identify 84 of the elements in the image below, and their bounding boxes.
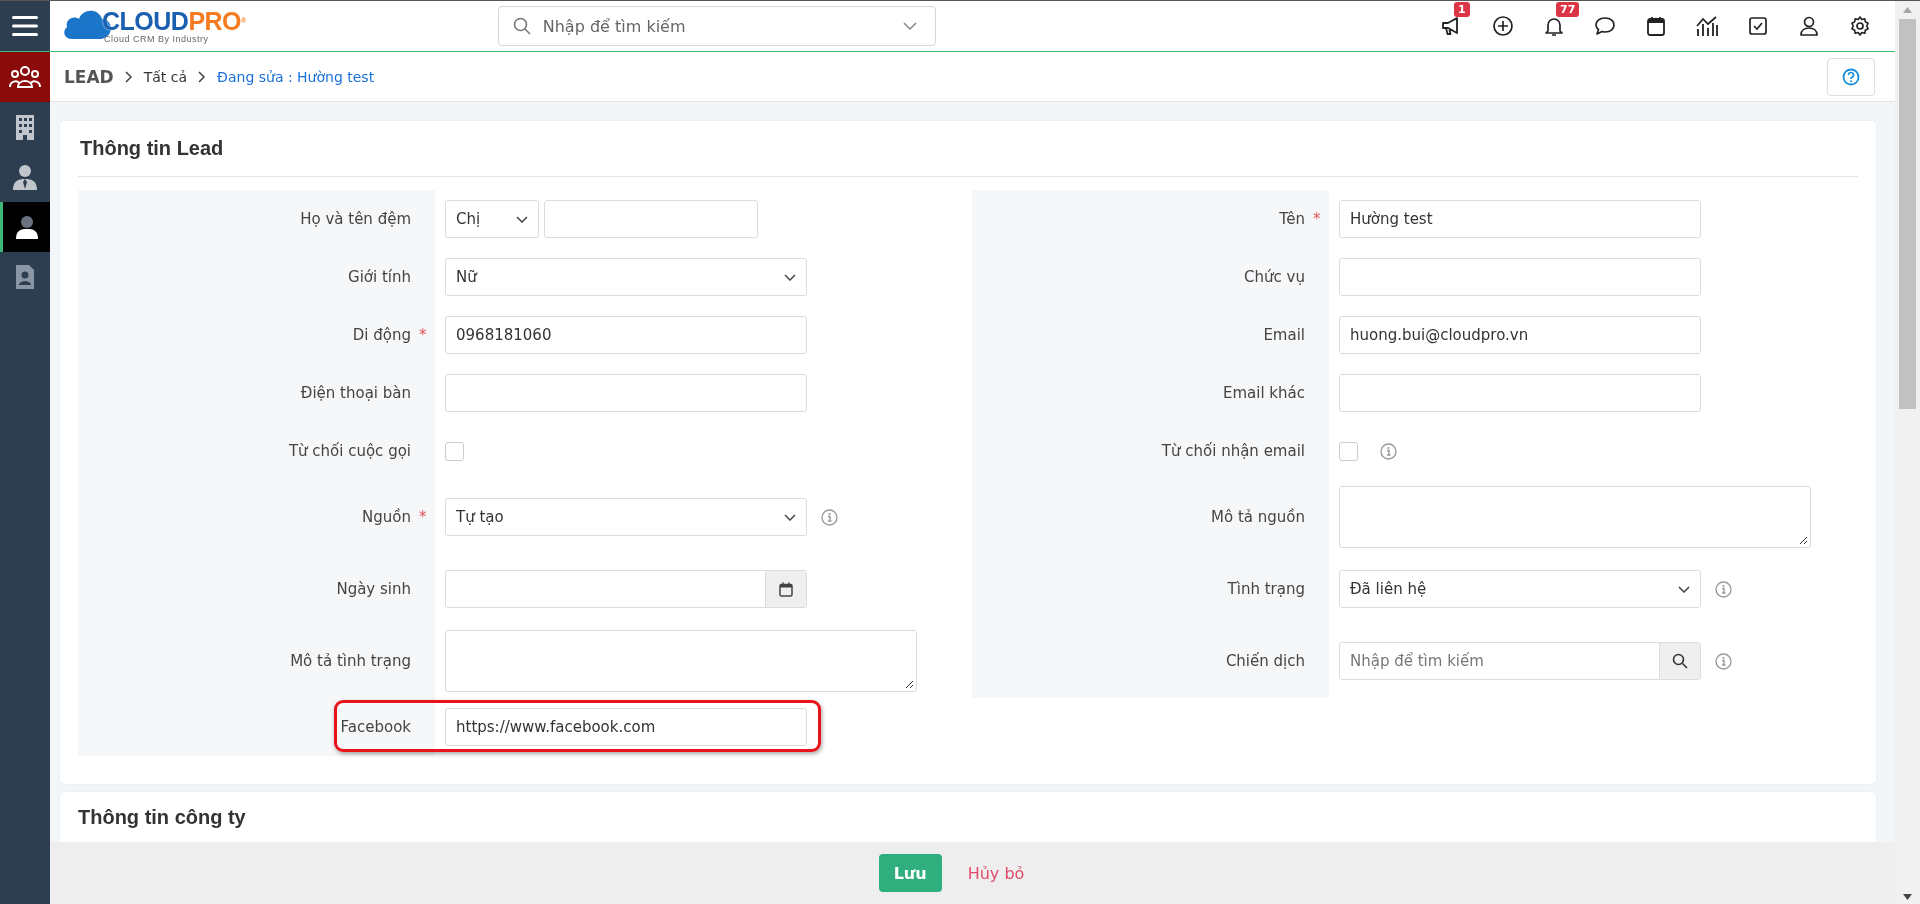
section-title: Thông tin Lead — [78, 121, 1858, 177]
field-label: Điện thoại bàn — [300, 384, 411, 402]
input-field[interactable]: 0968181060 — [445, 316, 807, 354]
scroll-up-icon[interactable] — [1903, 7, 1912, 13]
field-label: Giới tính — [348, 268, 411, 286]
salutation-select[interactable]: Chị — [445, 200, 539, 238]
bell-icon — [1542, 15, 1565, 37]
person-tie-icon — [12, 164, 38, 190]
building-icon — [15, 114, 35, 140]
field-label: Ngày sinh — [336, 580, 411, 598]
search-icon — [512, 17, 531, 35]
menu-icon — [12, 15, 38, 37]
info-icon[interactable] — [1715, 652, 1732, 670]
select-field[interactable]: Nữ — [445, 258, 807, 296]
count-badge: 77 — [1556, 2, 1580, 17]
checkbox[interactable] — [445, 441, 464, 461]
input-field[interactable]: https://www.facebook.com — [445, 708, 807, 746]
field-label: Facebook — [340, 718, 411, 736]
breadcrumb-link[interactable]: LEAD — [64, 66, 114, 87]
plus-circle-icon — [1491, 15, 1514, 37]
select-field[interactable]: Tự tạo — [445, 498, 807, 536]
calendar-icon — [1644, 15, 1667, 37]
required-mark: * — [1313, 210, 1321, 228]
field-label: Họ và tên đệm — [300, 210, 411, 228]
field-label: Di động — [352, 326, 411, 344]
field-label: Email — [1263, 326, 1305, 344]
input-field[interactable]: Hường test — [1339, 200, 1701, 238]
chevron-down-icon — [1678, 585, 1690, 593]
field-label: Chiến dịch — [1225, 652, 1305, 670]
info-icon[interactable] — [1715, 580, 1732, 598]
required-mark: * — [419, 508, 427, 526]
input-field[interactable] — [544, 200, 758, 238]
input-field[interactable] — [1339, 258, 1701, 296]
field-label: Từ chối nhận email — [1161, 442, 1305, 460]
person-nav-item[interactable] — [0, 202, 50, 252]
field-label: Mô tả tình trạng — [290, 652, 411, 670]
input-field[interactable] — [445, 374, 807, 412]
field-label: Chức vụ — [1244, 268, 1305, 286]
input-field[interactable] — [1339, 374, 1701, 412]
info-icon[interactable] — [1380, 442, 1397, 460]
contact-card-icon — [15, 264, 35, 290]
resize-grip-icon[interactable] — [1798, 535, 1808, 545]
field-label: Từ chối cuộc gọi — [288, 442, 411, 460]
checkbox-icon — [1746, 15, 1769, 37]
chat-icon — [1593, 15, 1616, 37]
scroll-down-icon[interactable] — [1903, 894, 1912, 900]
resize-grip-icon[interactable] — [904, 679, 914, 689]
field-label: Mô tả nguồn — [1211, 508, 1305, 526]
people-icon — [9, 63, 41, 91]
chevron-down-icon — [516, 215, 528, 223]
section-title: Thông tin công ty — [78, 805, 247, 828]
search-icon — [1672, 653, 1688, 669]
calendar-icon — [779, 581, 793, 597]
select-field[interactable]: Đã liên hệ — [1339, 570, 1701, 608]
scrollbar[interactable] — [1895, 1, 1920, 904]
breadcrumb-link[interactable]: Tất cả — [143, 68, 188, 85]
field-label: Nguồn — [362, 508, 411, 526]
field-label: Tình trạng — [1227, 580, 1305, 598]
breadcrumb-current: Đang sửa : Hường test — [217, 68, 375, 85]
info-icon[interactable] — [821, 508, 838, 526]
input-field[interactable]: huong.bui@cloudpro.vn — [1339, 316, 1701, 354]
field-label: Tên — [1279, 210, 1305, 228]
logo[interactable]: CLOUDPRO$^{®}$ Cloud CRM By Industry — [62, 8, 246, 44]
field-label: Email khác — [1222, 384, 1305, 402]
settings-icon — [1848, 15, 1871, 37]
person-icon — [14, 215, 39, 239]
required-mark: * — [419, 326, 427, 344]
checkbox[interactable] — [1339, 441, 1358, 461]
lookup-field[interactable]: Nhập để tìm kiếm — [1339, 642, 1701, 680]
chevron-down-icon — [902, 22, 917, 30]
chevron-right-icon — [198, 70, 207, 83]
chevron-down-icon — [784, 513, 796, 521]
count-badge: 1 — [1454, 2, 1470, 17]
chart-icon — [1694, 15, 1719, 37]
people-nav-item[interactable] — [0, 52, 50, 102]
search-field[interactable]: Nhập để tìm kiếm — [497, 6, 936, 46]
search-input[interactable]: Nhập để tìm kiếm — [540, 15, 893, 37]
user-icon — [1797, 15, 1820, 37]
chevron-right-icon — [124, 70, 133, 83]
date-field[interactable] — [445, 570, 807, 608]
menu-button[interactable] — [0, 1, 50, 51]
help-button[interactable] — [1827, 57, 1875, 96]
chevron-down-icon — [784, 273, 796, 281]
help-icon — [1842, 67, 1860, 86]
